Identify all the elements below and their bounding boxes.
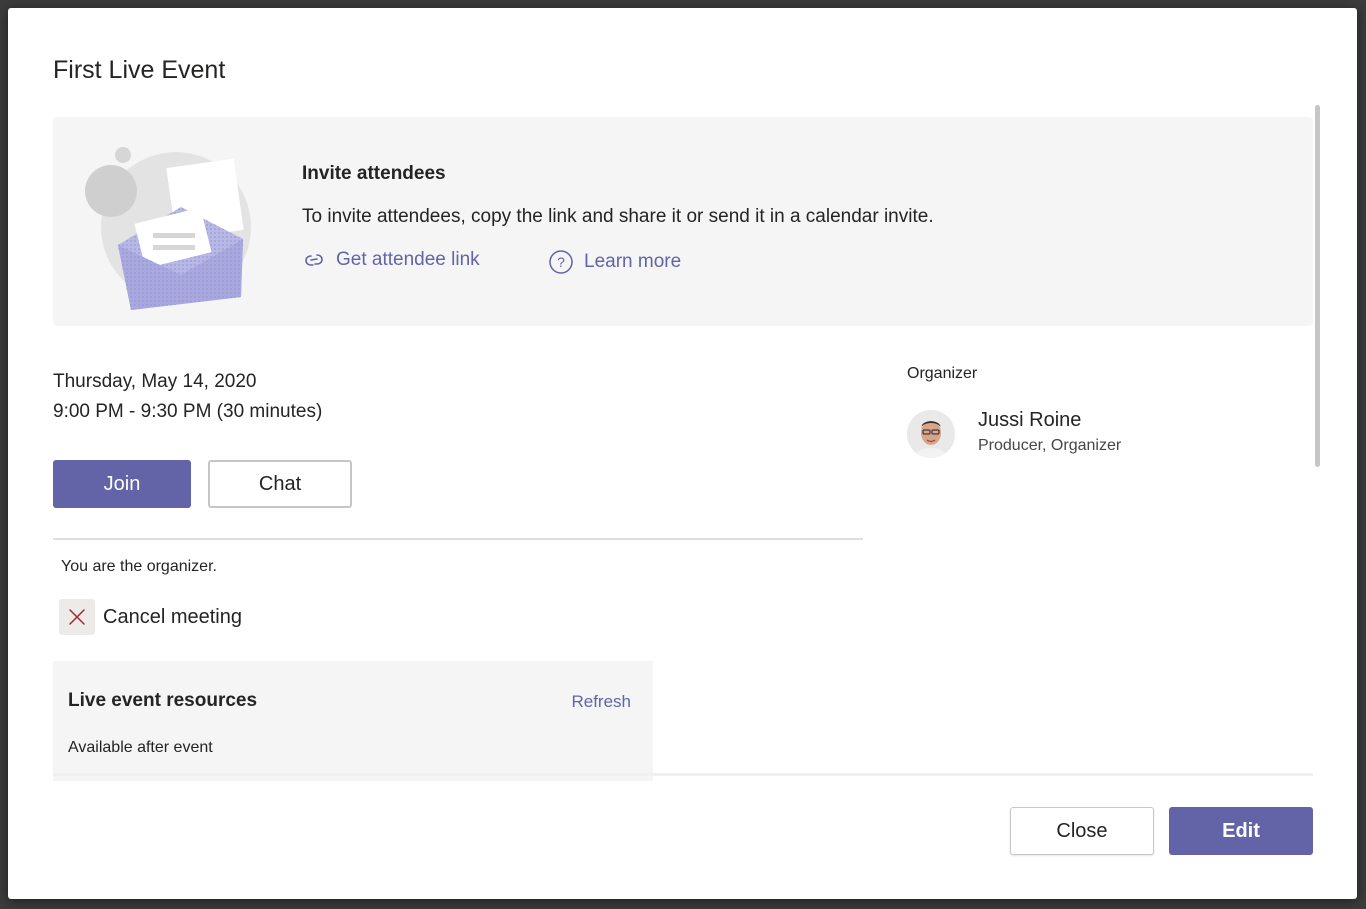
- cancel-meeting-label: Cancel meeting: [103, 605, 242, 628]
- join-button[interactable]: Join: [53, 460, 191, 508]
- edit-button[interactable]: Edit: [1169, 807, 1313, 855]
- learn-more-label: Learn more: [584, 251, 682, 272]
- live-event-resources-panel: Live event resources Refresh Available a…: [53, 661, 653, 781]
- section-divider: [53, 538, 863, 540]
- scrollbar-thumb[interactable]: [1315, 105, 1320, 467]
- resources-title: Live event resources: [68, 690, 258, 711]
- resources-status: Available after event: [68, 739, 213, 756]
- cancel-meeting-button[interactable]: Cancel meeting: [59, 599, 242, 635]
- avatar-photo-icon: [907, 410, 955, 458]
- get-attendee-link-label: Get attendee link: [336, 249, 480, 270]
- event-time: 9:00 PM - 9:30 PM (30 minutes): [53, 401, 323, 422]
- svg-text:?: ?: [557, 254, 565, 270]
- organizer-role: Producer, Organizer: [978, 437, 1122, 454]
- get-attendee-link[interactable]: Get attendee link: [302, 249, 480, 271]
- learn-more-link[interactable]: ? Learn more: [548, 249, 681, 275]
- refresh-link[interactable]: Refresh: [571, 692, 631, 712]
- event-datetime: Thursday, May 14, 2020 9:00 PM - 9:30 PM…: [53, 367, 322, 427]
- event-date: Thursday, May 14, 2020: [53, 371, 257, 392]
- help-circle-icon: ?: [549, 250, 573, 274]
- close-button[interactable]: Close: [1010, 807, 1154, 855]
- dialog-title: First Live Event: [53, 56, 226, 84]
- cancel-icon-box: [59, 599, 95, 635]
- invite-heading: Invite attendees: [302, 163, 446, 184]
- link-icon: [305, 254, 323, 266]
- invite-envelope-illustration: [85, 147, 251, 310]
- close-x-icon: [69, 609, 85, 625]
- invite-description: To invite attendees, copy the link and s…: [302, 206, 934, 227]
- invite-banner: Invite attendees To invite attendees, co…: [53, 117, 1313, 326]
- avatar[interactable]: [907, 410, 955, 458]
- footer-divider: [53, 773, 1313, 776]
- organizer-name: Jussi Roine: [978, 409, 1082, 431]
- organizer-section-label: Organizer: [907, 365, 978, 382]
- organizer-note: You are the organizer.: [61, 558, 217, 575]
- chat-button[interactable]: Chat: [208, 460, 352, 508]
- live-event-dialog: First Live Event Invite attendees To inv…: [8, 8, 1357, 899]
